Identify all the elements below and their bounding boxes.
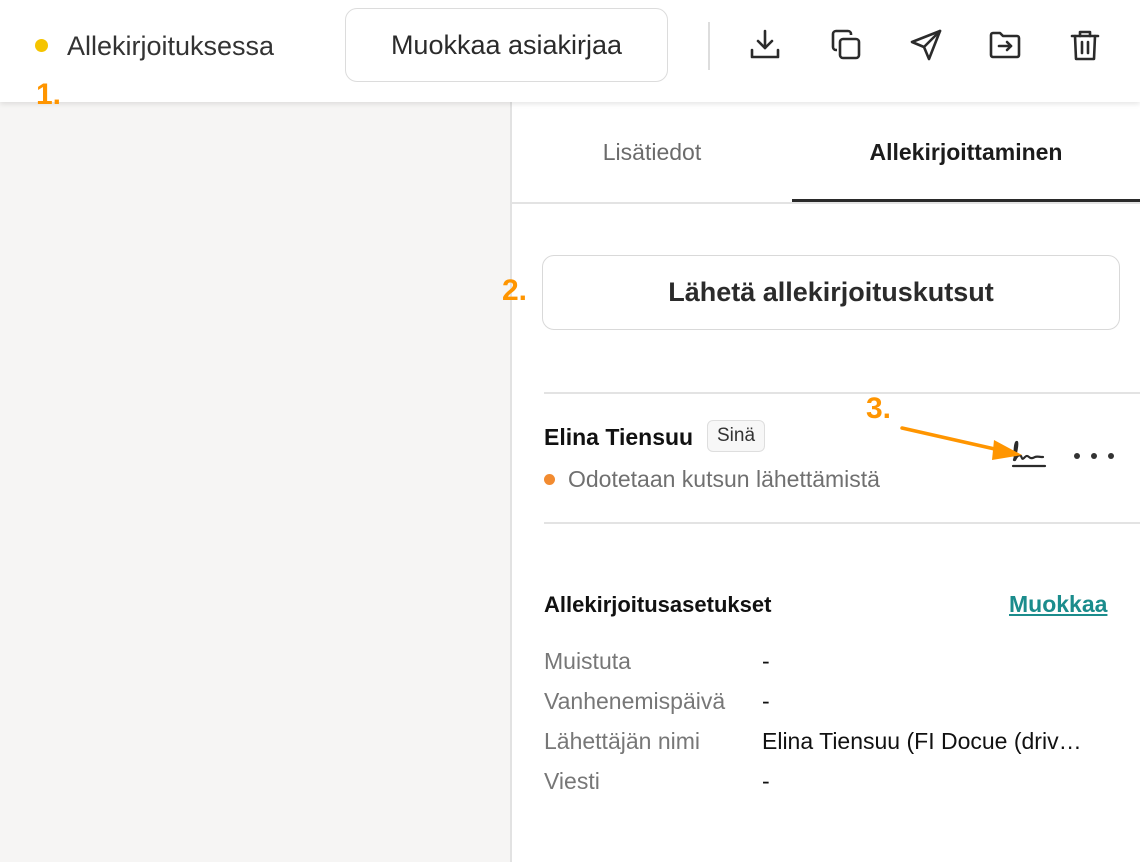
signer-name: Elina Tiensuu	[544, 424, 694, 450]
setting-value-message: -	[762, 768, 770, 794]
setting-value-reminder: -	[762, 648, 770, 674]
tab-signing[interactable]: Allekirjoittaminen	[792, 102, 1140, 202]
signer-status-dot	[544, 474, 555, 485]
signer-status: Odotetaan kutsun lähettämistä	[568, 466, 880, 492]
edit-settings-link[interactable]: Muokkaa	[1009, 591, 1107, 618]
annotation-marker-2: 2.	[502, 274, 528, 307]
annotation-marker-3: 3.	[866, 392, 892, 425]
annotation-arrow	[900, 426, 1022, 460]
setting-label-expiry: Vanhenemispäivä	[544, 688, 726, 714]
send-icon[interactable]	[906, 25, 946, 65]
you-badge: Sinä	[707, 420, 766, 452]
trash-icon[interactable]	[1065, 25, 1105, 65]
edit-document-button[interactable]: Muokkaa asiakirjaa	[345, 8, 668, 82]
document-preview-area	[0, 102, 510, 862]
tab-details[interactable]: Lisätiedot	[512, 102, 792, 202]
download-icon[interactable]	[745, 25, 785, 65]
setting-value-sender-name: Elina Tiensuu (FI Docue (driv…	[762, 728, 1082, 754]
toolbar-divider	[708, 22, 710, 70]
status-dot	[35, 39, 48, 52]
setting-label-message: Viesti	[544, 768, 600, 794]
top-toolbar: Allekirjoituksessa Muokkaa asiakirjaa	[0, 0, 1140, 102]
document-status: Allekirjoituksessa	[67, 31, 275, 61]
signing-settings-title: Allekirjoitusasetukset	[544, 592, 772, 617]
copy-icon[interactable]	[826, 25, 866, 65]
setting-label-sender-name: Lähettäjän nimi	[544, 728, 700, 754]
tabs-divider	[512, 202, 1140, 204]
divider	[544, 522, 1140, 524]
setting-label-reminder: Muistuta	[544, 648, 631, 674]
move-to-folder-icon[interactable]	[985, 25, 1025, 65]
send-invitations-button[interactable]: Lähetä allekirjoituskutsut	[542, 255, 1120, 330]
annotation-marker-1: 1.	[36, 78, 62, 111]
setting-value-expiry: -	[762, 688, 770, 714]
side-panel: Lisätiedot Allekirjoittaminen 2. Lähetä …	[502, 102, 1140, 862]
divider	[544, 392, 1140, 394]
more-options-icon[interactable]	[1074, 445, 1114, 467]
